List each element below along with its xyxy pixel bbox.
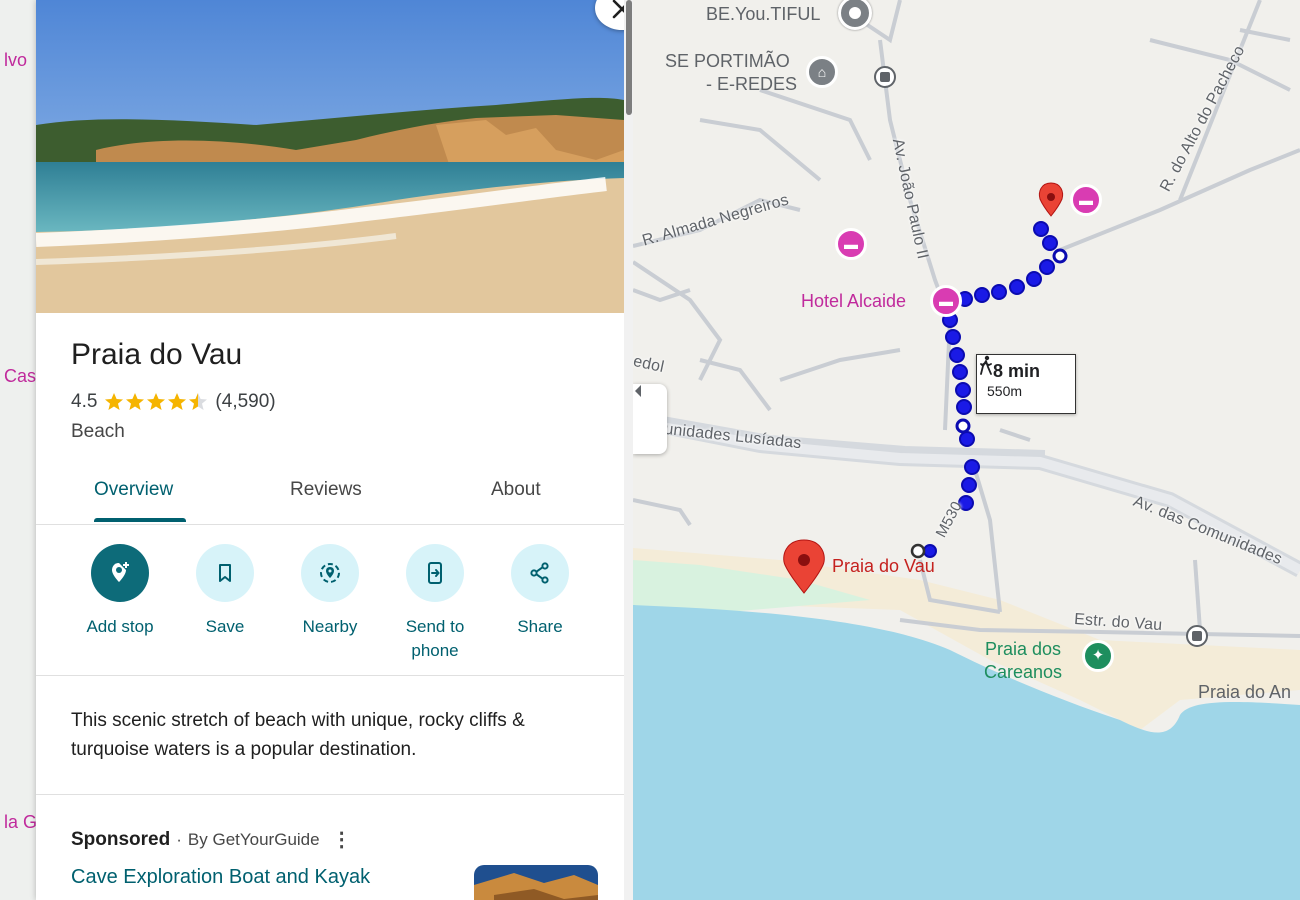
beach-icon[interactable]: ✦ bbox=[1082, 640, 1114, 672]
add-stop-label: Add stop bbox=[86, 617, 154, 636]
government-building-icon[interactable]: ⌂ bbox=[806, 56, 838, 88]
bus-stop-icon[interactable] bbox=[874, 66, 896, 88]
save-button[interactable]: Save bbox=[175, 544, 275, 639]
edge-label-la-g: la G bbox=[4, 812, 38, 832]
sponsored-thumbnail[interactable] bbox=[474, 865, 598, 900]
place-details-panel: Praia do Vau 4.5 (4,590) Beach Overview … bbox=[36, 0, 624, 900]
hotel-icon[interactable]: ▬ bbox=[1070, 184, 1102, 216]
caret-left-icon bbox=[635, 385, 641, 397]
map-label-beyoutiful[interactable]: BE.You.TIFUL bbox=[706, 2, 820, 26]
edge-label-lvo: lvo bbox=[4, 50, 28, 70]
share-label: Share bbox=[517, 617, 563, 636]
tab-overview[interactable]: Overview bbox=[94, 479, 173, 501]
close-icon bbox=[612, 0, 624, 19]
send-to-phone-icon bbox=[406, 544, 464, 602]
send-to-phone-button[interactable]: Send to phone bbox=[385, 544, 485, 663]
rating-row[interactable]: 4.5 (4,590) bbox=[71, 391, 276, 413]
place-hero-photo[interactable] bbox=[36, 0, 624, 313]
walking-time-callout: 8 min 550m bbox=[976, 354, 1076, 414]
sponsored-label: Sponsored bbox=[71, 828, 171, 850]
bookmark-icon bbox=[196, 544, 254, 602]
active-tab-indicator bbox=[94, 518, 186, 522]
sponsored-header: Sponsored · By GetYourGuide ⋮ bbox=[71, 827, 352, 852]
save-label: Save bbox=[205, 617, 245, 636]
rating-value: 4.5 bbox=[71, 391, 98, 412]
tab-about[interactable]: About bbox=[491, 479, 541, 501]
collapse-panel-button[interactable] bbox=[633, 384, 667, 454]
tab-reviews[interactable]: Reviews bbox=[290, 479, 362, 501]
map-label-hotel-alcaide[interactable]: Hotel Alcaide bbox=[801, 291, 906, 312]
review-count[interactable]: (4,590) bbox=[215, 391, 275, 413]
send-to-phone-label: Send to phone bbox=[405, 617, 465, 660]
map-label-praia-do-vau[interactable]: Praia do Vau bbox=[832, 556, 935, 577]
share-icon bbox=[511, 544, 569, 602]
hotel-icon[interactable]: ▬ bbox=[930, 285, 962, 317]
separator-dot: · bbox=[176, 829, 182, 849]
bus-stop-icon[interactable] bbox=[1186, 625, 1208, 647]
section-divider bbox=[36, 794, 624, 795]
hotel-icon[interactable]: ▬ bbox=[835, 228, 867, 260]
nearby-label: Nearby bbox=[302, 617, 358, 636]
sponsored-title-link[interactable]: Cave Exploration Boat and Kayak bbox=[71, 866, 370, 889]
map-label-se-portimao[interactable]: SE PORTIMÃO bbox=[665, 49, 790, 73]
panel-scrollbar-thumb[interactable] bbox=[626, 0, 632, 115]
place-title: Praia do Vau bbox=[71, 338, 243, 371]
place-tabs: Overview Reviews About bbox=[36, 463, 624, 525]
walking-time: 8 min bbox=[993, 361, 1041, 381]
map-label-praia-dos-careanos[interactable]: Praia dos Careanos bbox=[984, 638, 1062, 684]
action-buttons: Add stop Save Nearby Send to phone Share bbox=[36, 526, 624, 676]
walking-distance: 550m bbox=[987, 383, 1023, 399]
more-options-icon[interactable]: ⋮ bbox=[332, 827, 352, 852]
map-label-praia-do-an[interactable]: Praia do An bbox=[1198, 680, 1291, 704]
map-label-e-redes[interactable]: - E-REDES bbox=[706, 72, 797, 96]
add-stop-icon bbox=[91, 544, 149, 602]
nearby-button[interactable]: Nearby bbox=[280, 544, 380, 639]
place-description: This scenic stretch of beach with unique… bbox=[71, 710, 525, 760]
star-rating-icon bbox=[104, 392, 208, 412]
panel-scrollbar-track[interactable] bbox=[624, 0, 633, 900]
sponsor-name: By GetYourGuide bbox=[187, 829, 320, 849]
add-stop-button[interactable]: Add stop bbox=[70, 544, 170, 639]
edge-label-cas: Cas bbox=[4, 366, 37, 386]
share-button[interactable]: Share bbox=[490, 544, 590, 639]
nearby-icon bbox=[301, 544, 359, 602]
background-results-strip: lvo Cas la G bbox=[0, 0, 38, 900]
place-category[interactable]: Beach bbox=[71, 421, 125, 443]
